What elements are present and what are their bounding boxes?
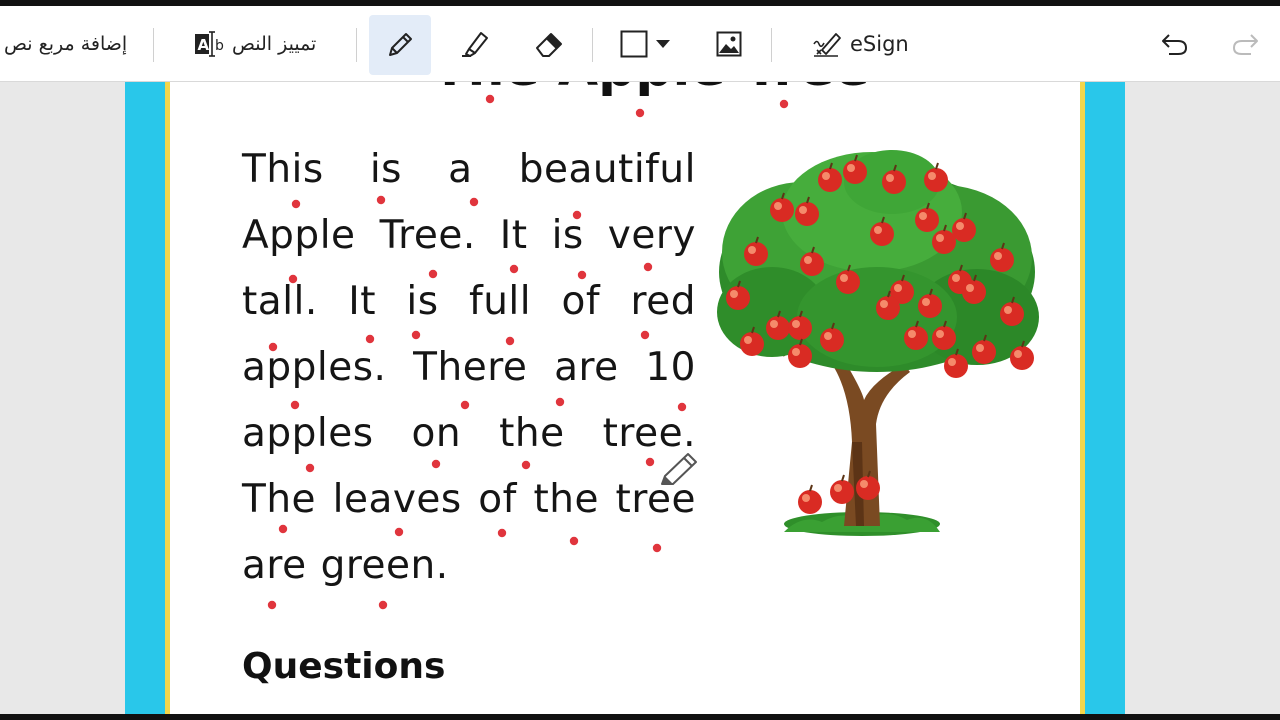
eraser-icon (533, 29, 565, 59)
paragraph-word: green. (320, 542, 449, 588)
paragraph-word: This (242, 146, 324, 192)
document-viewer[interactable]: The Apple Tree ThisisabeautifulAppleTree… (0, 82, 1280, 714)
paragraph-word: the (533, 476, 599, 522)
paragraph-word: leaves (332, 476, 462, 522)
paragraph-word: the (499, 410, 565, 456)
marker-icon (459, 29, 491, 59)
highlight-text-label: تمييز النص (232, 33, 317, 55)
paragraph-line: apples on the tree. (242, 400, 696, 466)
pencil-icon (386, 29, 416, 59)
svg-text:A: A (198, 36, 210, 54)
paragraph-word: a (448, 146, 473, 192)
bottom-window-edge (0, 714, 1280, 720)
undo-icon (1161, 31, 1189, 57)
paragraph-word: of (561, 278, 601, 324)
paragraph-word: It (499, 212, 528, 258)
paragraph-line: tall. It is full of red (242, 268, 696, 334)
paragraph-word: are (242, 542, 307, 588)
draw-tool-button[interactable] (386, 6, 416, 82)
toolbar-separator (592, 28, 593, 62)
shape-tool-button[interactable] (620, 6, 670, 82)
paragraph-word: The (242, 476, 317, 522)
paragraph-line: apples. There are 10 (242, 334, 696, 400)
toolbar-separator (771, 28, 772, 62)
paragraph-word: full (468, 278, 532, 324)
paragraph-word: apples (242, 410, 374, 456)
paragraph-word: Apple (242, 212, 356, 258)
questions-heading: Questions (242, 646, 446, 687)
signature-pen-icon (812, 30, 842, 58)
paragraph-word: of (478, 476, 517, 522)
paragraph-line: The leaves of the tree (242, 466, 696, 532)
paragraph-word: apples. (242, 344, 387, 390)
redo-button[interactable] (1231, 6, 1259, 82)
paragraph-word: is (551, 212, 584, 258)
redo-icon (1231, 31, 1259, 57)
story-paragraph: This is a beautiful Apple Tree. It is very tall. I… (242, 136, 696, 598)
paragraph-word: red (630, 278, 696, 324)
eraser-tool-button[interactable] (533, 6, 565, 82)
add-text-box-label: إضافة مربع نص (4, 33, 128, 55)
annotation-toolbar: إضافة مربع نص A b تمييز النص eSign (0, 6, 1280, 82)
pencil-cursor-icon (656, 450, 700, 494)
marker-tool-button[interactable] (459, 6, 491, 82)
image-icon (716, 31, 742, 57)
paragraph-line: are green. (242, 532, 696, 598)
paragraph-word: tree. (602, 410, 696, 456)
paragraph-word: Tree. (379, 212, 476, 258)
add-text-box-button[interactable]: إضافة مربع نص (4, 6, 127, 82)
paragraph-word: very (607, 212, 696, 258)
highlight-text-button[interactable]: A b تمييز النص (194, 6, 316, 82)
paragraph-word: on (411, 410, 462, 456)
paragraph-word: tall. (242, 278, 318, 324)
caret-down-icon[interactable] (656, 39, 670, 49)
insert-image-button[interactable] (716, 6, 742, 82)
svg-text:b: b (215, 38, 224, 54)
paragraph-word: is (406, 278, 439, 324)
paragraph-word: 10 (645, 344, 696, 390)
toolbar-separator (356, 28, 357, 62)
paragraph-word: beautiful (518, 146, 696, 192)
document-title: The Apple Tree (432, 82, 870, 98)
text-highlight-icon: A b (194, 29, 224, 59)
paragraph-word: is (369, 146, 402, 192)
paragraph-word: It (348, 278, 376, 324)
paragraph-word: are (554, 344, 619, 390)
esign-button[interactable]: eSign (812, 6, 909, 82)
toolbar-separator (153, 28, 154, 62)
undo-button[interactable] (1161, 6, 1189, 82)
paragraph-line: This is a beautiful (242, 136, 696, 202)
apple-fruit (798, 484, 822, 514)
square-icon (620, 30, 648, 58)
paragraph-word: There (413, 344, 528, 390)
apple-tree-illustration (712, 142, 1052, 546)
esign-label: eSign (850, 32, 909, 56)
paragraph-line: Apple Tree. It is very (242, 202, 696, 268)
